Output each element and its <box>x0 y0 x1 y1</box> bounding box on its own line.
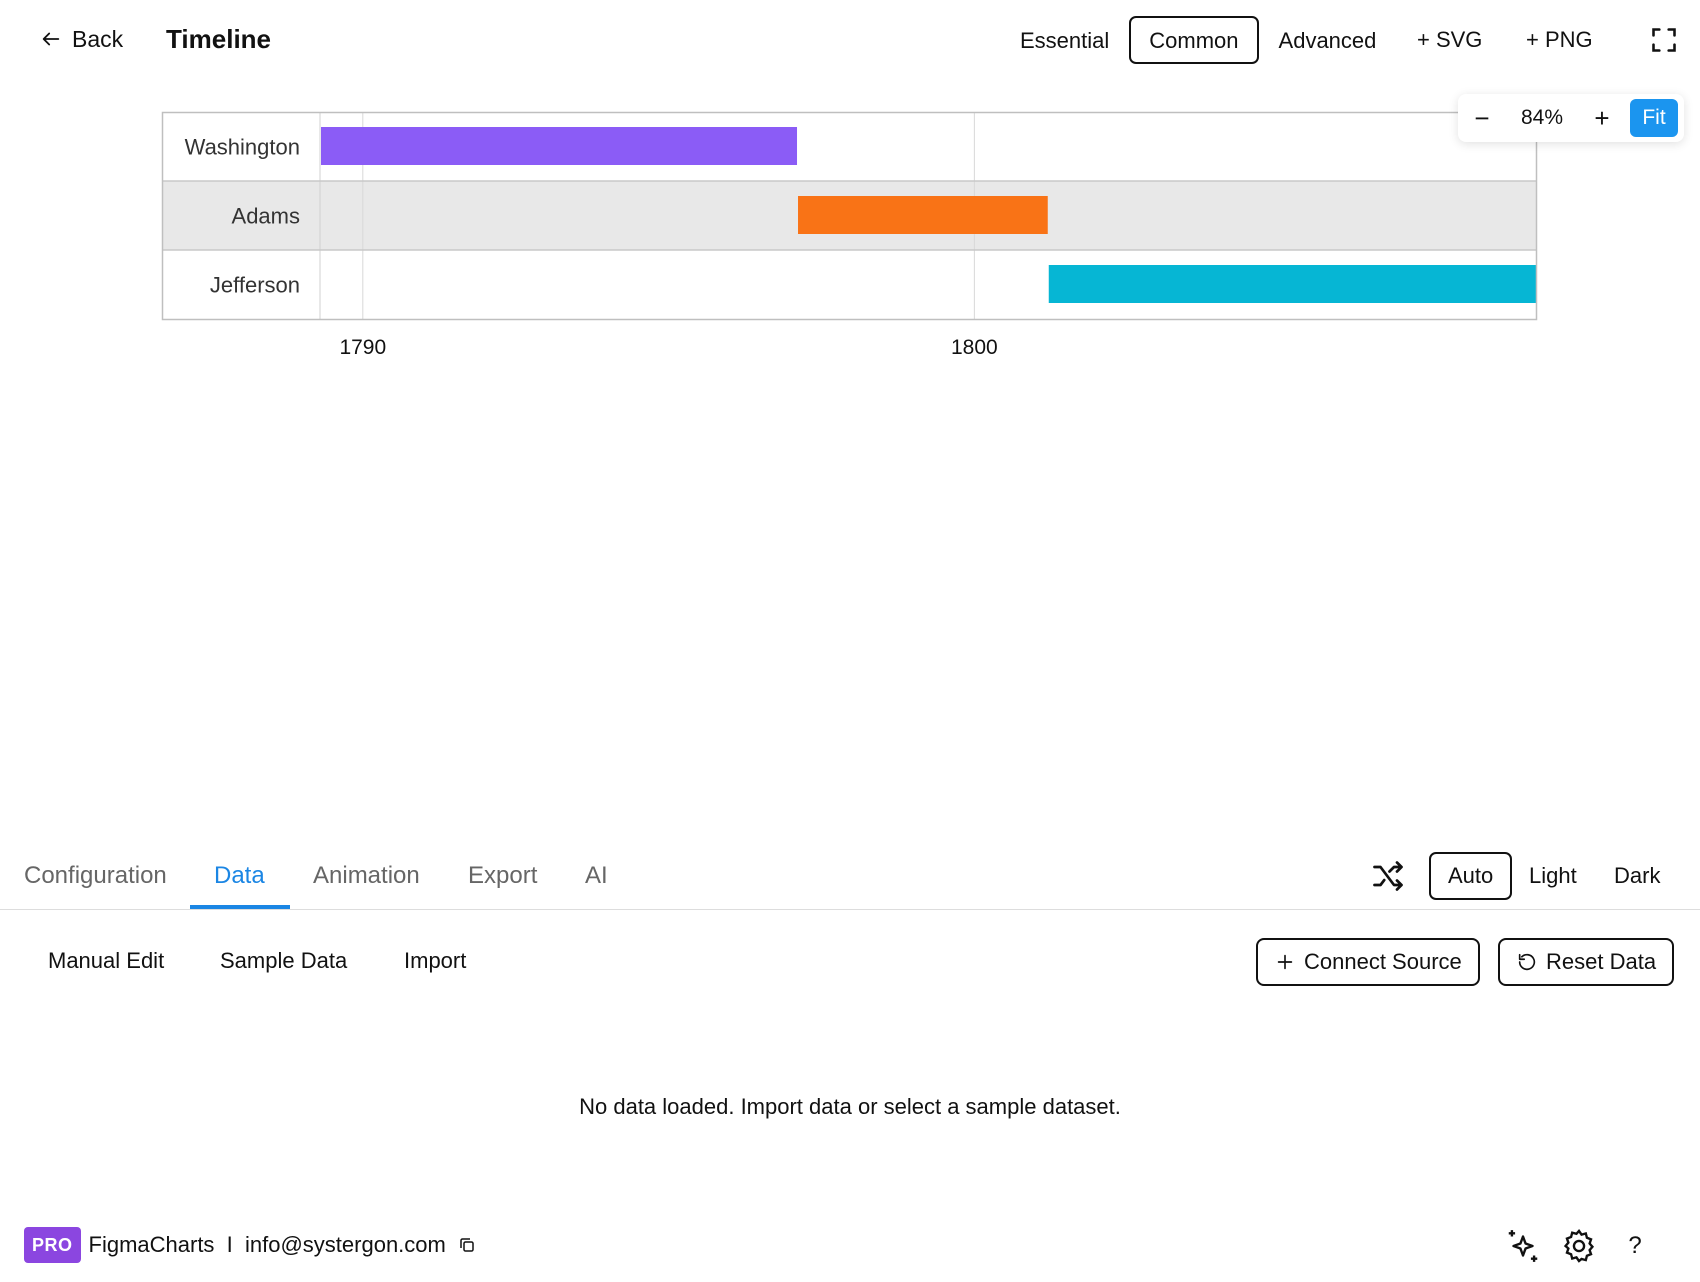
tab-configuration[interactable]: Configuration <box>24 860 167 892</box>
fullscreen-icon[interactable] <box>1650 26 1678 54</box>
brand-contact: FigmaCharts I info@systergon.com <box>88 1232 446 1257</box>
subtab-sample-data[interactable]: Sample Data <box>220 944 347 978</box>
connect-source-button[interactable]: Connect Source <box>1256 938 1480 986</box>
timeline-svg: Washington Adams Jefferson 1790 1800 <box>161 111 1538 359</box>
row-label: Jefferson <box>210 273 300 298</box>
back-button[interactable]: Back <box>40 22 123 56</box>
empty-data-message: No data loaded. Import data or select a … <box>579 1094 1121 1119</box>
back-label: Back <box>72 25 124 52</box>
plus-icon <box>1277 954 1293 970</box>
shuffle-icon[interactable] <box>1370 858 1406 894</box>
timeline-bar <box>1048 265 1537 303</box>
level-common[interactable]: Common <box>1129 16 1259 64</box>
zoom-control: − 84% + Fit <box>1458 94 1684 142</box>
export-png-button[interactable]: + PNG <box>1526 24 1593 56</box>
ai-sparkle-button[interactable] <box>1503 1226 1543 1266</box>
settings-button[interactable] <box>1559 1226 1599 1266</box>
reset-data-button[interactable]: Reset Data <box>1498 938 1675 986</box>
tab-data[interactable]: Data <box>214 860 265 892</box>
level-switcher: Essential Common Advanced <box>1000 16 1396 64</box>
row-label: Adams <box>232 204 300 229</box>
header: Back Timeline Essential Common Advanced … <box>0 0 1700 80</box>
zoom-out-button[interactable]: − <box>1458 94 1506 142</box>
reset-icon <box>1518 953 1536 971</box>
level-essential[interactable]: Essential <box>1000 16 1129 64</box>
zoom-in-button[interactable]: + <box>1578 94 1626 142</box>
arrow-left-icon <box>42 32 60 46</box>
theme-light[interactable]: Light <box>1510 852 1596 900</box>
theme-dark[interactable]: Dark <box>1595 852 1679 900</box>
copy-icon[interactable] <box>458 1236 476 1254</box>
pro-badge: PRO <box>24 1227 81 1263</box>
help-icon[interactable]: ? <box>1615 1226 1655 1266</box>
reset-data-label: Reset Data <box>1546 949 1657 974</box>
x-tick-label: 1790 <box>339 336 386 359</box>
subtab-manual-edit[interactable]: Manual Edit <box>48 944 164 978</box>
page-title: Timeline <box>166 24 272 54</box>
level-advanced[interactable]: Advanced <box>1259 16 1397 64</box>
gear-icon <box>1563 1229 1595 1263</box>
subtab-import[interactable]: Import <box>404 944 466 978</box>
active-tab-indicator <box>190 905 290 909</box>
x-tick-label: 1800 <box>951 336 998 359</box>
row-label: Washington <box>185 135 300 160</box>
tab-animation[interactable]: Animation <box>313 860 420 892</box>
timeline-bar <box>798 196 1048 234</box>
timeline-chart: Washington Adams Jefferson 1790 1800 <box>161 111 1538 362</box>
sparkle-icon <box>1508 1230 1538 1262</box>
zoom-level: 84% <box>1520 106 1564 129</box>
export-svg-button[interactable]: + SVG <box>1417 24 1482 56</box>
tab-ai[interactable]: AI <box>585 860 608 892</box>
timeline-bar <box>321 127 798 165</box>
fit-button[interactable]: Fit <box>1630 99 1678 137</box>
tab-export[interactable]: Export <box>468 860 537 892</box>
connect-source-label: Connect Source <box>1304 949 1462 974</box>
footer-brand: PRO FigmaCharts I info@systergon.com <box>24 1226 476 1264</box>
theme-auto[interactable]: Auto <box>1429 852 1513 900</box>
